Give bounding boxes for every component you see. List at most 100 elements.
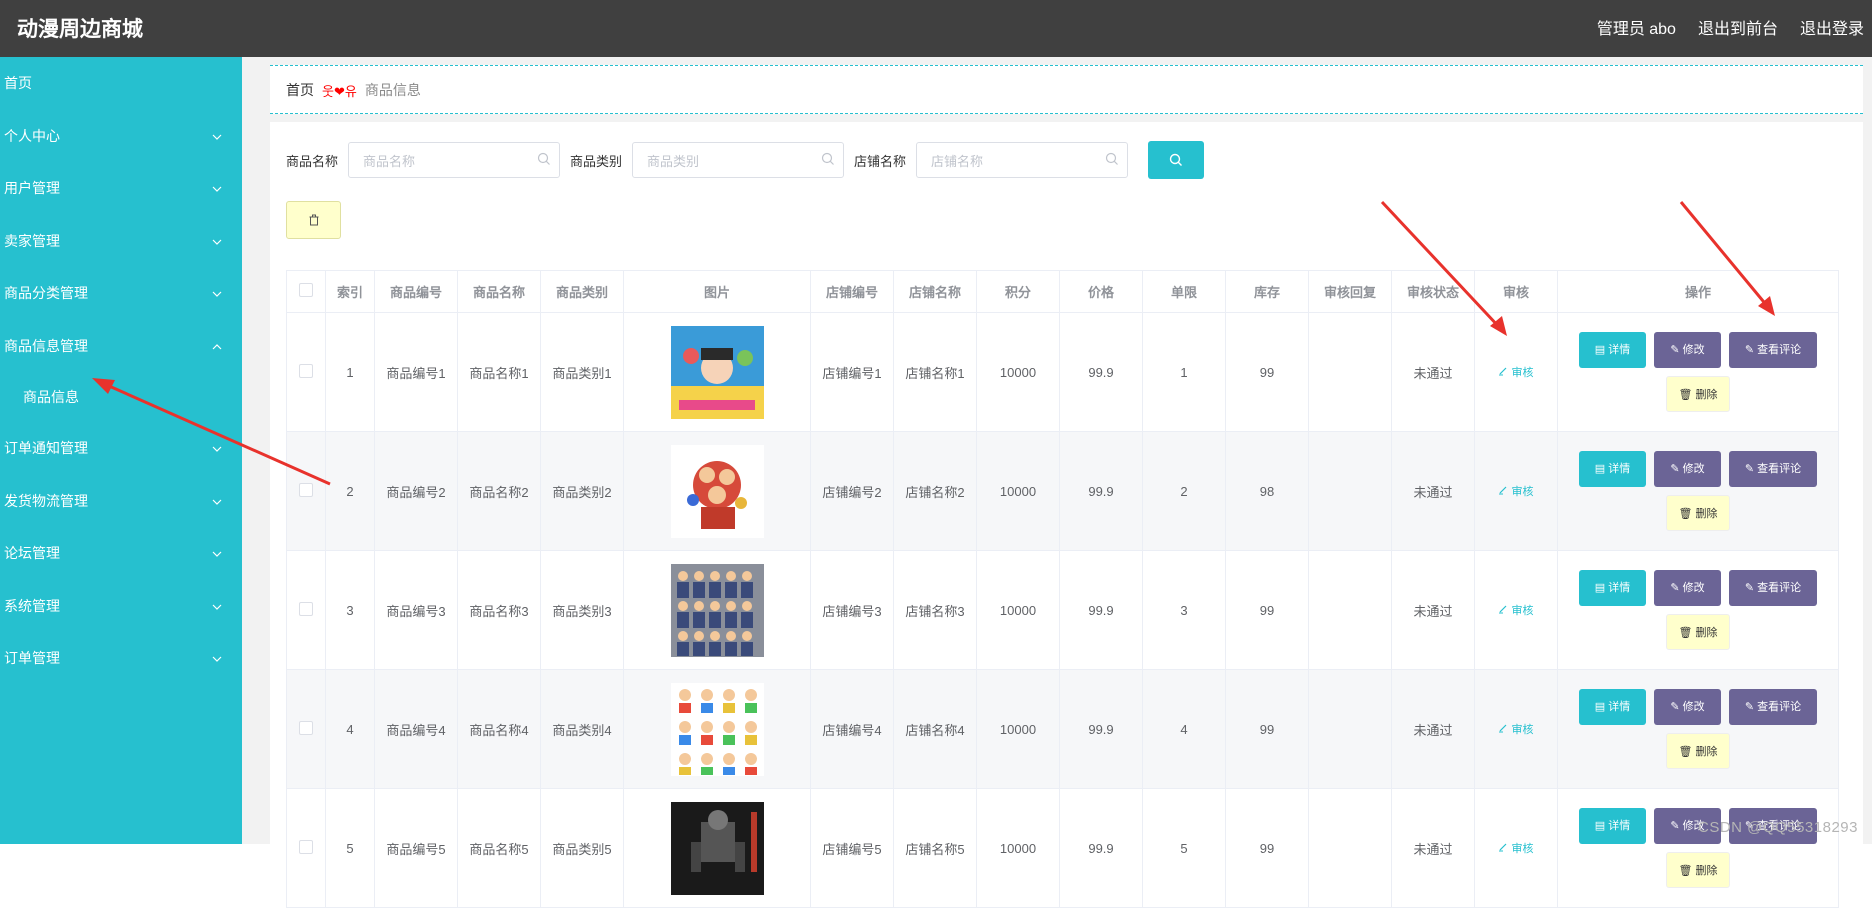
sidebar-item[interactable]: 用户管理	[0, 162, 242, 215]
chevron-down-icon	[212, 527, 222, 580]
delete-button[interactable]: 🗑 删除	[1666, 376, 1730, 412]
sidebar-item[interactable]: 系统管理	[0, 580, 242, 633]
breadcrumb-home[interactable]: 首页	[286, 80, 314, 100]
batch-delete-button[interactable]	[286, 201, 341, 239]
product-name-input[interactable]	[349, 143, 536, 179]
audit-link[interactable]: 审核	[1498, 605, 1534, 617]
sidebar-item[interactable]: 论坛管理	[0, 527, 242, 580]
product-image-cell	[623, 550, 811, 670]
sidebar-item[interactable]: 发货物流管理	[0, 475, 242, 528]
search-form: 商品名称 商品类别 店铺名称	[286, 141, 1205, 179]
audit-link[interactable]: 审核	[1498, 843, 1534, 855]
product-category-input[interactable]	[633, 143, 820, 179]
edit-icon	[1499, 605, 1507, 614]
table-row: 1 商品编号1 商品名称1 商品类别1 店铺编号1 店铺名称1 10000 99.9 1 99 未通…	[286, 312, 1839, 432]
review-label: 查看评论	[1757, 344, 1802, 356]
shop-name-input-wrapper	[916, 142, 1129, 179]
column-header: 积分	[976, 270, 1060, 313]
actions-cell: ▤ 详情 ✎ 修改 ✎ 查看评论 🗑 删除	[1557, 550, 1839, 670]
sidebar-item[interactable]: 个人中心	[0, 110, 242, 163]
row-checkbox[interactable]	[299, 601, 313, 616]
logout-link[interactable]: 退出登录	[1800, 15, 1864, 39]
delete-button[interactable]: 🗑 删除	[1666, 733, 1730, 769]
audit-link[interactable]: 审核	[1498, 724, 1534, 736]
cell-stock: 99	[1225, 312, 1309, 432]
cell-code: 商品编号1	[374, 312, 458, 432]
edit-button[interactable]: ✎ 修改	[1654, 570, 1721, 606]
edit-button[interactable]: ✎ 修改	[1654, 332, 1721, 368]
delete-button[interactable]: 🗑 删除	[1666, 614, 1730, 650]
detail-label: 详情	[1608, 701, 1631, 713]
row-checkbox[interactable]	[299, 363, 313, 378]
cell-name: 商品名称1	[457, 312, 541, 432]
edit-label: 修改	[1682, 463, 1705, 475]
delete-button[interactable]: 🗑 删除	[1666, 852, 1730, 888]
cell-name: 商品名称3	[457, 550, 541, 670]
detail-button[interactable]: ▤ 详情	[1579, 332, 1646, 368]
view-comments-button[interactable]: ✎ 查看评论	[1729, 451, 1817, 487]
breadcrumb-current: 商品信息	[364, 82, 421, 98]
detail-button[interactable]: ▤ 详情	[1579, 451, 1646, 487]
detail-button[interactable]: ▤ 详情	[1579, 808, 1646, 844]
cell-price: 99.9	[1059, 312, 1143, 432]
cell-reply	[1308, 312, 1392, 432]
cell-stock: 99	[1225, 669, 1309, 789]
cell-price: 99.9	[1059, 550, 1143, 670]
cell-shop-name: 店铺名称1	[893, 312, 977, 432]
cell-points: 10000	[976, 431, 1060, 551]
cell-index: 4	[325, 669, 375, 789]
audit-cell: 审核	[1474, 550, 1558, 670]
sidebar-item-label: 订单通知管理	[4, 440, 88, 456]
app-title: 动漫周边商城	[17, 18, 143, 41]
sidebar-item[interactable]: 订单通知管理	[0, 422, 242, 475]
trash-icon: 🗑	[1678, 865, 1693, 877]
chevron-down-icon	[212, 475, 222, 528]
cell-reply	[1308, 669, 1392, 789]
sidebar-subitem-product-info[interactable]: 商品信息	[0, 372, 242, 422]
delete-button[interactable]: 🗑 删除	[1666, 495, 1730, 531]
view-comments-button[interactable]: ✎ 查看评论	[1729, 570, 1817, 606]
product-image	[670, 444, 764, 538]
audit-link[interactable]: 审核	[1498, 486, 1534, 498]
edit-label: 修改	[1682, 582, 1705, 594]
search-icon	[1169, 153, 1183, 166]
delete-label: 删除	[1695, 746, 1718, 758]
header-actions: 管理员 abo 退出到前台 退出登录	[1597, 15, 1864, 39]
edit-button[interactable]: ✎ 修改	[1654, 451, 1721, 487]
cell-index: 2	[325, 431, 375, 551]
cell-index: 3	[325, 550, 375, 670]
cell-code: 商品编号3	[374, 550, 458, 670]
sidebar-item[interactable]: 商品信息管理	[0, 320, 242, 373]
view-comments-button[interactable]: ✎ 查看评论	[1729, 332, 1817, 368]
column-header: 审核状态	[1391, 270, 1475, 313]
cell-shop-code: 店铺编号4	[810, 669, 894, 789]
trash-icon: 🗑	[1678, 627, 1693, 639]
select-all-checkbox[interactable]	[299, 283, 313, 297]
shop-name-input[interactable]	[917, 143, 1104, 179]
row-select-cell	[286, 550, 326, 670]
trash-icon: 🗑	[1678, 508, 1693, 520]
search-button[interactable]	[1148, 141, 1205, 179]
exit-to-front-link[interactable]: 退出到前台	[1698, 15, 1778, 39]
sidebar-item[interactable]: 商品分类管理	[0, 267, 242, 320]
view-comments-button[interactable]: ✎ 查看评论	[1729, 689, 1817, 725]
row-select-cell	[286, 312, 326, 432]
detail-button[interactable]: ▤ 详情	[1579, 570, 1646, 606]
row-checkbox[interactable]	[299, 839, 313, 854]
cell-status: 未通过	[1391, 431, 1475, 551]
edit-button[interactable]: ✎ 修改	[1654, 689, 1721, 725]
main-content: 首页 웃❤유 商品信息 商品名称 商品类别 店铺名称	[242, 57, 1872, 908]
row-checkbox[interactable]	[299, 720, 313, 735]
sidebar-item[interactable]: 订单管理	[0, 632, 242, 685]
row-checkbox[interactable]	[299, 482, 313, 497]
detail-button[interactable]: ▤ 详情	[1579, 689, 1646, 725]
audit-link[interactable]: 审核	[1498, 367, 1534, 379]
column-header: 商品类别	[540, 270, 624, 313]
sidebar-item[interactable]: 卖家管理	[0, 215, 242, 268]
chevron-down-icon	[212, 162, 222, 215]
product-image	[670, 682, 764, 776]
sidebar-item[interactable]: 首页	[0, 57, 242, 110]
cell-category: 商品类别1	[540, 312, 624, 432]
column-header: 审核回复	[1308, 270, 1392, 313]
detail-label: 详情	[1608, 820, 1631, 832]
